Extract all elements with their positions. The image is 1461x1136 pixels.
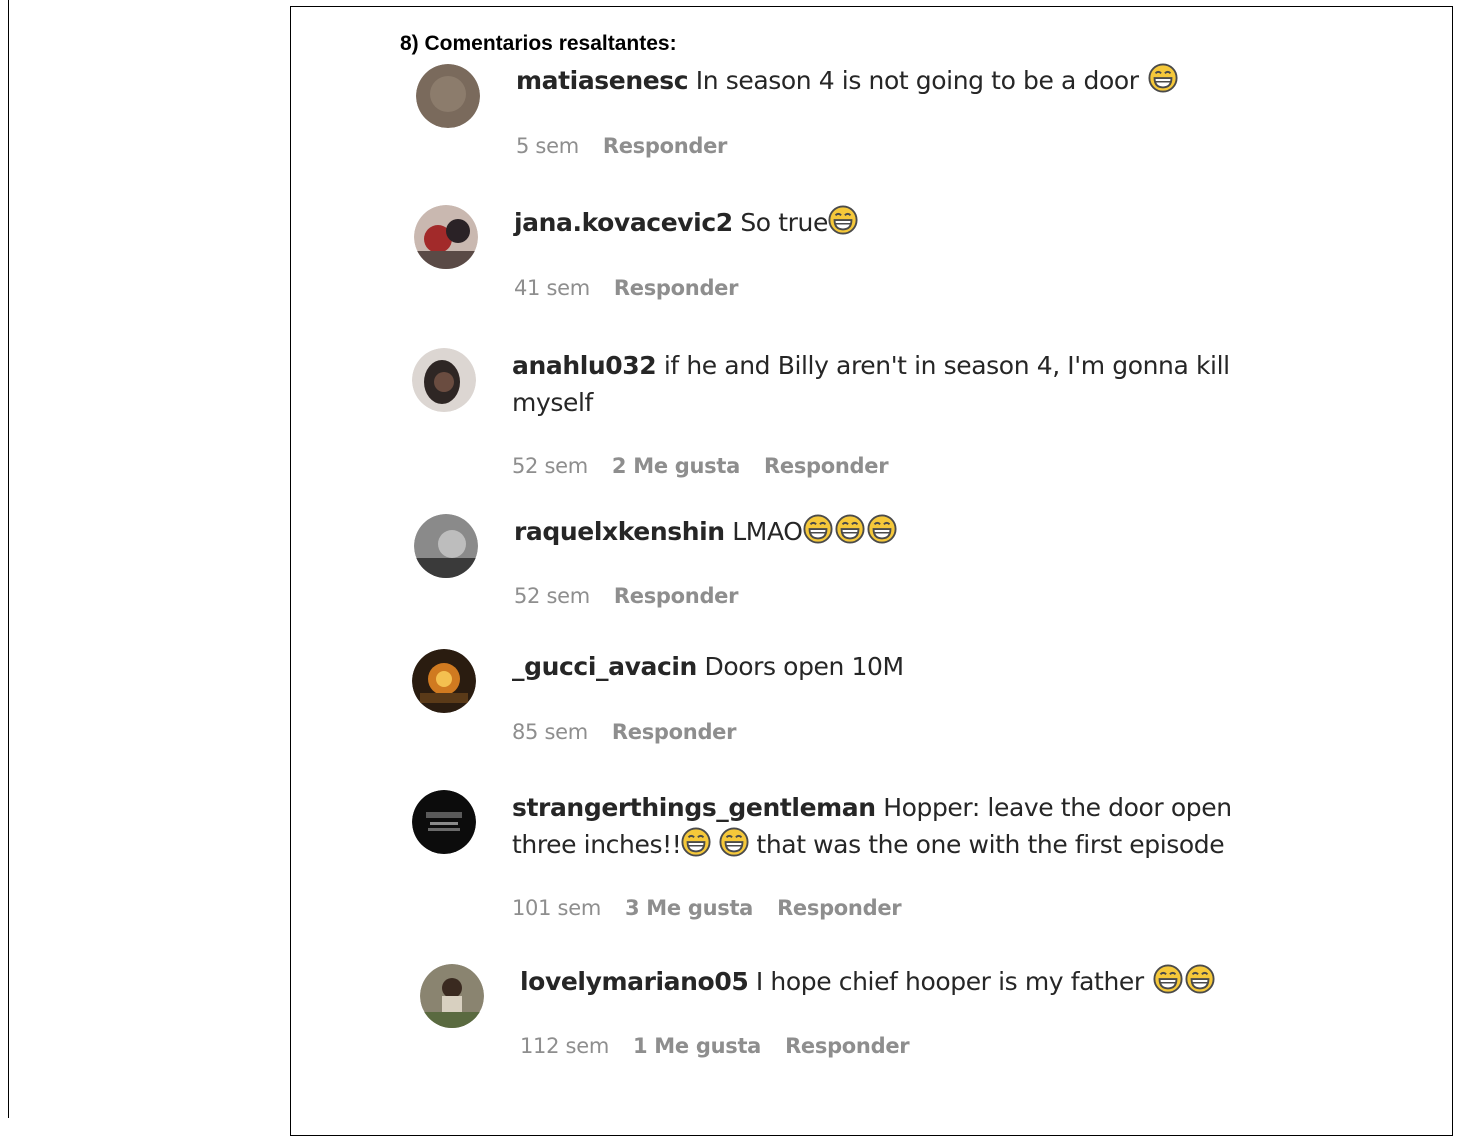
comment-username[interactable]: lovelymariano05 — [520, 967, 749, 996]
laughing-emoji-icon — [1148, 63, 1178, 93]
comment-time[interactable]: 52 sem — [514, 584, 590, 608]
comment-text: matiasenesc In season 4 is not going to … — [516, 62, 1296, 99]
laughing-emoji-icon — [828, 205, 858, 235]
comment-username[interactable]: _gucci_avacin — [512, 652, 697, 681]
comment-body: So true — [740, 208, 828, 237]
comment-body: In season 4 is not going to be a door — [695, 66, 1139, 95]
avatar-image-icon — [414, 205, 478, 269]
avatar-image-icon — [416, 64, 480, 128]
avatar-image-icon — [420, 964, 484, 1028]
like-count-button[interactable]: 3 Me gusta — [625, 896, 753, 920]
avatar[interactable] — [416, 64, 480, 128]
laughing-emoji-icon — [1185, 964, 1215, 994]
laughing-emoji-icon — [803, 514, 833, 544]
comment-time[interactable]: 112 sem — [520, 1034, 609, 1058]
comment-meta: 112 sem 1 Me gusta Responder — [520, 1034, 910, 1058]
laughing-emoji-icon — [867, 514, 897, 544]
reply-button[interactable]: Responder — [785, 1034, 910, 1058]
section-heading: 8) Comentarios resaltantes: — [400, 32, 677, 55]
laughing-emoji-icon — [835, 514, 865, 544]
comment-text: anahlu032 if he and Billy aren't in seas… — [512, 347, 1272, 421]
avatar[interactable] — [412, 649, 476, 713]
avatar[interactable] — [420, 964, 484, 1028]
reply-button[interactable]: Responder — [612, 720, 737, 744]
like-count-button[interactable]: 1 Me gusta — [633, 1034, 761, 1058]
comment-username[interactable]: raquelxkenshin — [514, 517, 725, 546]
comment-text: jana.kovacevic2 So true — [514, 204, 1294, 241]
comment-time[interactable]: 101 sem — [512, 896, 601, 920]
comment-meta: 52 sem Responder — [514, 584, 738, 608]
reply-button[interactable]: Responder — [614, 584, 739, 608]
avatar-image-icon — [414, 514, 478, 578]
avatar-image-icon — [412, 348, 476, 412]
avatar-image-icon — [412, 790, 476, 854]
avatar[interactable] — [414, 205, 478, 269]
comment-text: strangerthings_gentleman Hopper: leave t… — [512, 789, 1302, 863]
comment-body: LMAO — [732, 517, 803, 546]
comment-meta: 5 sem Responder — [516, 134, 727, 158]
table-left-border — [8, 0, 9, 1118]
reply-button[interactable]: Responder — [777, 896, 902, 920]
comment-body-continued: that was the one with the first episode — [756, 830, 1225, 859]
sweat-smile-emoji-icon — [1153, 964, 1183, 994]
comment-time[interactable]: 52 sem — [512, 454, 588, 478]
comment-time[interactable]: 85 sem — [512, 720, 588, 744]
comment-text: _gucci_avacin Doors open 10M — [512, 648, 1292, 685]
avatar-image-icon — [412, 649, 476, 713]
laughing-emoji-icon — [719, 827, 749, 857]
avatar[interactable] — [412, 790, 476, 854]
comment-text: raquelxkenshin LMAO — [514, 513, 1294, 550]
comment-username[interactable]: strangerthings_gentleman — [512, 793, 876, 822]
comment-meta: 41 sem Responder — [514, 276, 738, 300]
comment-username[interactable]: matiasenesc — [516, 66, 689, 95]
reply-button[interactable]: Responder — [603, 134, 728, 158]
avatar[interactable] — [412, 348, 476, 412]
comment-username[interactable]: anahlu032 — [512, 351, 657, 380]
reply-button[interactable]: Responder — [764, 454, 889, 478]
comment-time[interactable]: 41 sem — [514, 276, 590, 300]
comment-text: lovelymariano05 I hope chief hooper is m… — [520, 963, 1300, 1000]
like-count-button[interactable]: 2 Me gusta — [612, 454, 740, 478]
comment-username[interactable]: jana.kovacevic2 — [514, 208, 733, 237]
comment-meta: 101 sem 3 Me gusta Responder — [512, 896, 902, 920]
comment-body: I hope chief hooper is my father — [755, 967, 1144, 996]
comment-meta: 85 sem Responder — [512, 720, 736, 744]
avatar[interactable] — [414, 514, 478, 578]
comment-body: Doors open 10M — [704, 652, 904, 681]
comment-meta: 52 sem 2 Me gusta Responder — [512, 454, 889, 478]
laughing-emoji-icon — [681, 827, 711, 857]
reply-button[interactable]: Responder — [614, 276, 739, 300]
comment-time[interactable]: 5 sem — [516, 134, 579, 158]
